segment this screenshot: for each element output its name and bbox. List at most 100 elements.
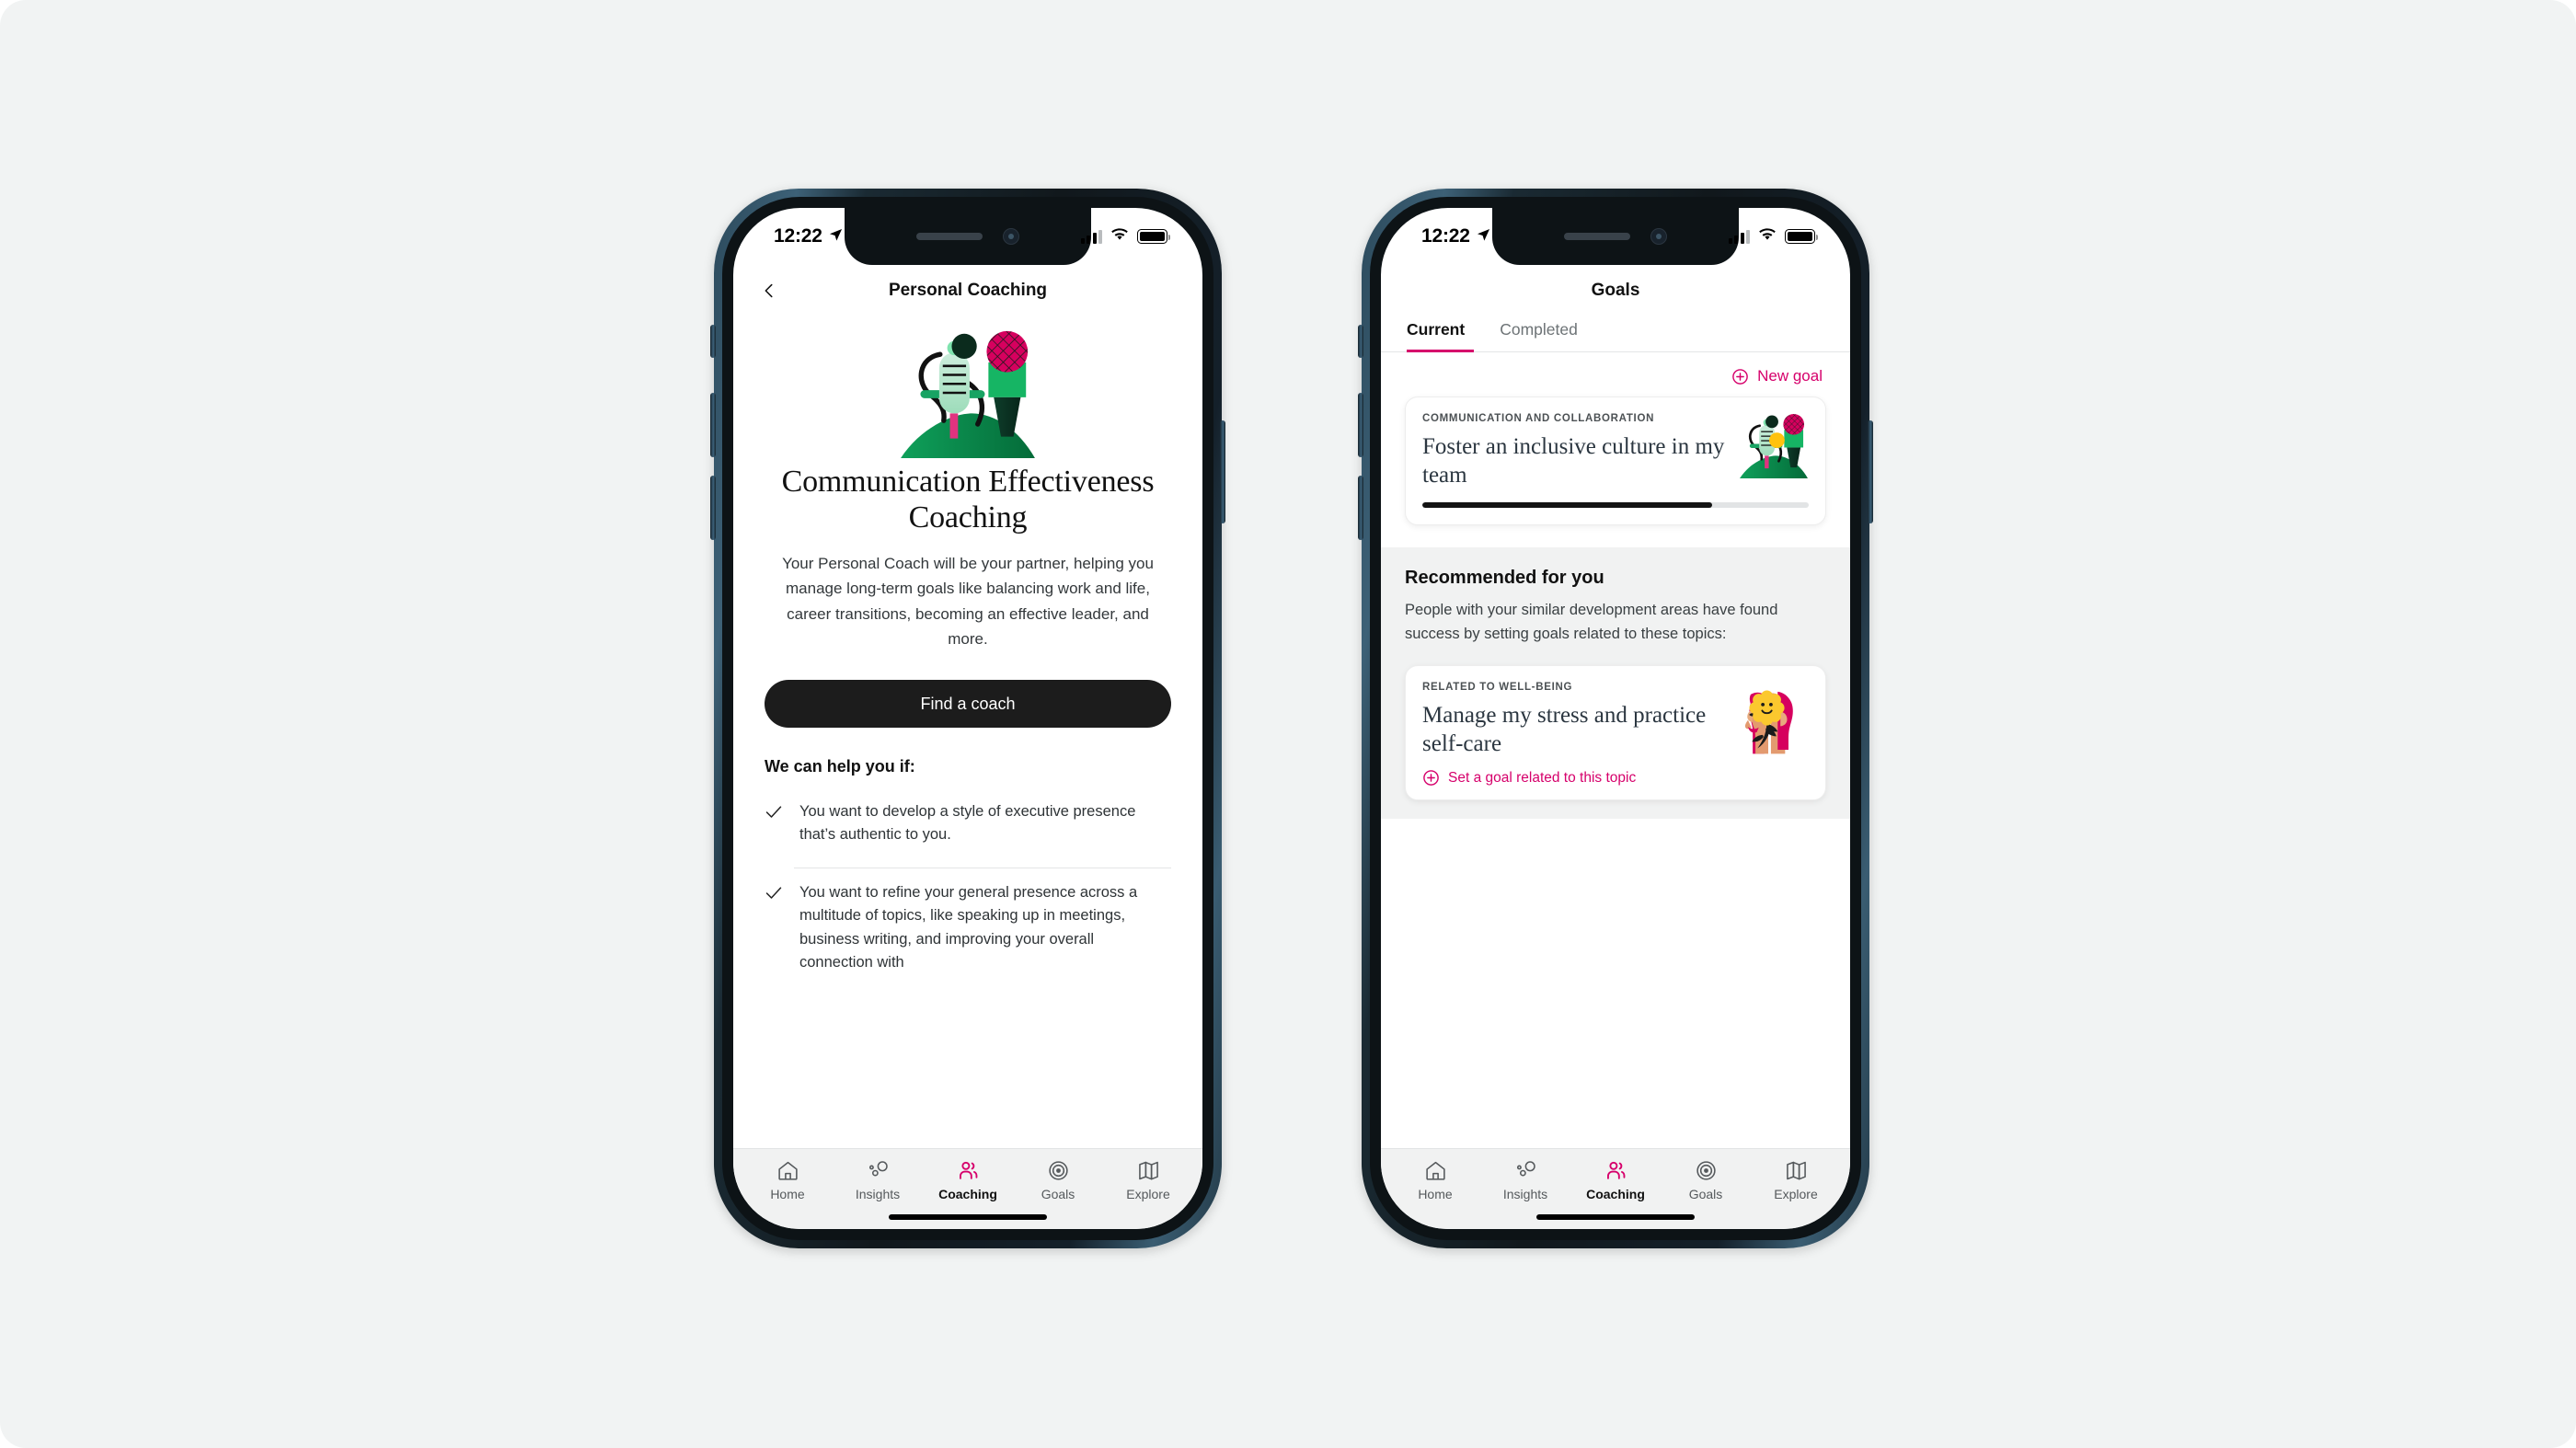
tab-completed-label: Completed	[1500, 320, 1578, 339]
recommended-description: People with your similar development are…	[1405, 602, 1778, 643]
check-icon	[765, 881, 783, 975]
new-goal-row: New goal	[1405, 352, 1826, 396]
bottom-tab-bar: Home Insights Coaching Goals Explore	[1381, 1148, 1850, 1207]
cellular-bars-icon	[1728, 229, 1750, 244]
set-goal-related-button[interactable]: Set a goal related to this topic	[1422, 769, 1809, 787]
status-time: 12:22	[774, 225, 822, 247]
phone-screen: 12:22 Goals Current Completed New goal C…	[1381, 208, 1850, 1229]
coaching-people-icon	[957, 1159, 980, 1182]
plus-circle-icon	[1422, 769, 1440, 787]
recommended-section: Recommended for you People with your sim…	[1381, 547, 1850, 820]
scroll-area[interactable]: New goal COMMUNICATION AND COLLABORATION…	[1381, 352, 1850, 1148]
tab-home[interactable]: Home	[742, 1159, 833, 1201]
battery-full-icon	[1785, 229, 1818, 244]
bottom-tab-bar: Home Insights Coaching Goals Explore	[733, 1148, 1202, 1207]
goal-progress-fill	[1422, 502, 1712, 509]
tab-home-label: Home	[770, 1187, 805, 1201]
home-icon	[1424, 1159, 1447, 1182]
set-goal-related-label: Set a goal related to this topic	[1448, 769, 1637, 786]
mute-switch[interactable]	[710, 325, 716, 358]
status-bar-right	[1080, 227, 1170, 246]
tab-completed[interactable]: Completed	[1487, 316, 1591, 351]
coaching-people-icon	[1604, 1159, 1627, 1182]
recommended-heading: Recommended for you	[1405, 568, 1604, 589]
tab-explore[interactable]: Explore	[1751, 1159, 1841, 1201]
wifi-icon	[1110, 227, 1129, 246]
tab-coaching-label: Coaching	[938, 1187, 997, 1201]
home-indicator[interactable]	[1381, 1207, 1850, 1229]
phone-bezel: 12:22 Personal Coaching Communication Ef…	[722, 197, 1213, 1240]
self-care-faces-flower-illustration	[1728, 681, 1809, 758]
tab-insights[interactable]: Insights	[1480, 1159, 1570, 1201]
battery-full-icon	[1137, 229, 1170, 244]
help-list-item-text: You want to refine your general presence…	[799, 883, 1138, 971]
volume-down-button[interactable]	[1358, 476, 1363, 540]
check-icon	[765, 800, 783, 847]
help-list-item: You want to develop a style of executive…	[765, 793, 1171, 847]
power-button[interactable]	[1220, 420, 1225, 523]
app-content: Goals Current Completed New goal COMMUNI…	[1381, 265, 1850, 1229]
tab-insights-label: Insights	[1502, 1187, 1548, 1201]
phone-screen: 12:22 Personal Coaching Communication Ef…	[733, 208, 1202, 1229]
tab-coaching[interactable]: Coaching	[923, 1159, 1013, 1201]
volume-down-button[interactable]	[710, 476, 716, 540]
recommended-goal-card[interactable]: RELATED TO WELL-BEING Manage my stress a…	[1405, 664, 1826, 801]
mute-switch[interactable]	[1358, 325, 1363, 358]
current-goals-section: New goal COMMUNICATION AND COLLABORATION…	[1381, 352, 1850, 548]
recommended-goal-title: Manage my stress and practice self-care	[1422, 703, 1707, 756]
goal-category-label: COMMUNICATION AND COLLABORATION	[1422, 413, 1655, 424]
tab-current-label: Current	[1407, 320, 1466, 339]
location-arrow-icon	[1477, 225, 1490, 247]
cellular-bars-icon	[1080, 229, 1102, 244]
home-icon	[776, 1159, 799, 1182]
tab-current[interactable]: Current	[1407, 316, 1487, 352]
goal-progress-bar	[1422, 502, 1809, 509]
tab-goals-label: Goals	[1041, 1187, 1075, 1201]
phone-mockup-personal-coaching: 12:22 Personal Coaching Communication Ef…	[710, 189, 1225, 1248]
power-button[interactable]	[1868, 420, 1873, 523]
map-icon	[1137, 1159, 1160, 1182]
tab-coaching-label: Coaching	[1586, 1187, 1645, 1201]
insights-icon	[1514, 1159, 1537, 1182]
help-list-item: You want to refine your general presence…	[765, 874, 1171, 975]
microphones-podcast-illustration	[1739, 412, 1809, 489]
tab-explore[interactable]: Explore	[1103, 1159, 1193, 1201]
plus-circle-icon	[1731, 368, 1749, 385]
status-bar-right	[1728, 227, 1818, 246]
tab-goals[interactable]: Goals	[1013, 1159, 1103, 1201]
tab-home[interactable]: Home	[1390, 1159, 1480, 1201]
current-goal-card[interactable]: COMMUNICATION AND COLLABORATION Foster a…	[1405, 396, 1826, 526]
status-bar: 12:22	[733, 208, 1202, 265]
find-a-coach-label: Find a coach	[920, 694, 1016, 713]
insights-icon	[867, 1159, 890, 1182]
location-arrow-icon	[829, 225, 843, 247]
status-bar-left: 12:22	[1421, 225, 1490, 247]
app-navbar: Goals	[1381, 265, 1850, 316]
volume-up-button[interactable]	[710, 393, 716, 457]
tab-explore-label: Explore	[1126, 1187, 1170, 1201]
map-icon	[1785, 1159, 1808, 1182]
recommended-category-label: RELATED TO WELL-BEING	[1422, 681, 1573, 693]
target-icon	[1047, 1159, 1070, 1182]
phone-mockup-goals: 12:22 Goals Current Completed New goal C…	[1358, 189, 1873, 1248]
home-indicator[interactable]	[733, 1207, 1202, 1229]
new-goal-label: New goal	[1757, 367, 1823, 385]
hero-title: Communication Effectiveness Coaching	[781, 465, 1155, 535]
scroll-area[interactable]: Communication Effectiveness Coaching You…	[733, 316, 1202, 1148]
wifi-icon	[1758, 227, 1777, 246]
find-a-coach-button[interactable]: Find a coach	[765, 680, 1171, 728]
tab-goals-label: Goals	[1688, 1187, 1723, 1201]
target-icon	[1695, 1159, 1718, 1182]
app-content: Personal Coaching Communication Effectiv…	[733, 265, 1202, 1229]
tab-insights-label: Insights	[855, 1187, 901, 1201]
new-goal-button[interactable]: New goal	[1731, 367, 1823, 385]
goal-title: Foster an inclusive culture in my team	[1422, 434, 1725, 488]
tab-insights[interactable]: Insights	[833, 1159, 923, 1201]
status-time: 12:22	[1421, 225, 1470, 247]
screenshot-canvas: 12:22 Personal Coaching Communication Ef…	[0, 0, 2576, 1448]
volume-up-button[interactable]	[1358, 393, 1363, 457]
hero-description: Your Personal Coach will be your partner…	[782, 554, 1154, 649]
tab-goals[interactable]: Goals	[1661, 1159, 1751, 1201]
tab-coaching[interactable]: Coaching	[1570, 1159, 1661, 1201]
back-button[interactable]	[759, 281, 779, 301]
